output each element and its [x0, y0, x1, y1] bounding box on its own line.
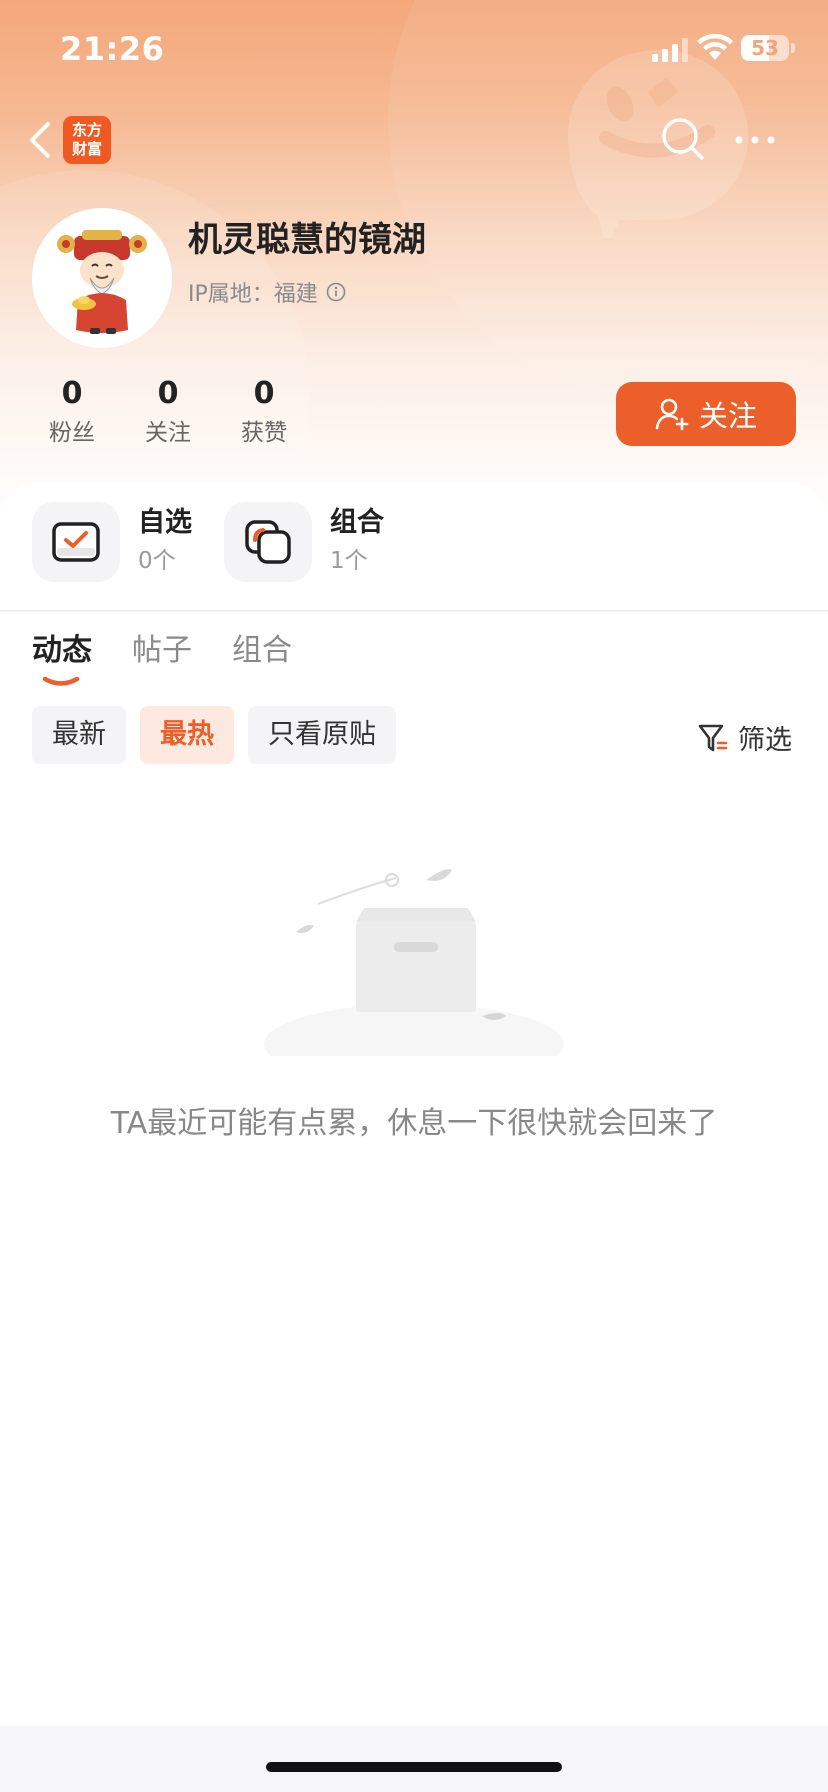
- follow-button-label: 关注: [698, 399, 757, 433]
- logo-text-line1: 东方: [71, 121, 102, 139]
- ip-location-row: IP属地：福建: [188, 276, 346, 308]
- profile-page: 21:26 53 东方 财富 机灵聪慧的镜湖 IP属地：福建 0 粉丝 0 关注…: [0, 0, 828, 1792]
- filter-funnel-icon: [698, 724, 728, 751]
- battery-tip: [791, 43, 795, 53]
- stat-label: 粉丝: [49, 420, 95, 446]
- info-icon[interactable]: [326, 282, 346, 302]
- tab-label: 帖子: [132, 633, 192, 668]
- tab-activity[interactable]: 动态: [32, 630, 92, 686]
- quick-link-watchlist[interactable]: 自选 0个: [32, 502, 192, 582]
- logo-text-line2: 财富: [71, 140, 102, 158]
- wifi-icon: [697, 34, 733, 60]
- stat-value: 0: [157, 376, 179, 411]
- profile-stats: 0 粉丝 0 关注 0 获赞: [24, 376, 312, 450]
- sort-chips: 最新 最热 只看原贴: [32, 706, 396, 764]
- stat-label: 关注: [145, 420, 191, 446]
- bottom-safe-area: [0, 1726, 828, 1792]
- app-logo[interactable]: 东方 财富: [63, 116, 111, 164]
- portfolio-stack-icon: [245, 520, 291, 564]
- portfolio-icon-box: [224, 502, 312, 582]
- cellular-signal-icon: [652, 38, 688, 62]
- status-time: 21:26: [60, 30, 165, 68]
- filter-label: 筛选: [738, 725, 792, 756]
- empty-box-illustration: [264, 869, 564, 1056]
- stat-likes[interactable]: 0 获赞: [216, 376, 312, 450]
- ip-location-label: IP属地：福建: [188, 282, 318, 307]
- add-user-icon: [655, 398, 689, 431]
- watchlist-icon-box: [32, 502, 120, 582]
- quick-link-count: 1个: [330, 548, 368, 574]
- back-chevron-icon[interactable]: [24, 118, 56, 162]
- stat-value: 0: [253, 376, 275, 411]
- quick-link-title: 组合: [330, 507, 384, 538]
- quick-link-title: 自选: [138, 507, 192, 538]
- content-tabs: 动态 帖子 组合: [32, 630, 292, 686]
- chip-latest[interactable]: 最新: [32, 706, 126, 764]
- search-icon[interactable]: [660, 116, 706, 162]
- avatar[interactable]: [32, 208, 172, 348]
- fortune-god-avatar-icon: [32, 208, 172, 348]
- quick-link-count: 0个: [138, 548, 176, 574]
- status-bar: 21:26 53: [0, 0, 828, 96]
- stat-value: 0: [61, 376, 83, 411]
- chip-hottest[interactable]: 最热: [140, 706, 234, 764]
- section-divider: [0, 610, 828, 612]
- quick-link-portfolio[interactable]: 组合 1个: [224, 502, 384, 582]
- more-options-icon[interactable]: [734, 124, 776, 156]
- stat-fans[interactable]: 0 粉丝: [24, 376, 120, 450]
- tab-posts[interactable]: 帖子: [132, 630, 192, 672]
- tab-label: 组合: [232, 633, 292, 668]
- chip-original-only[interactable]: 只看原贴: [248, 706, 396, 764]
- filter-button[interactable]: 筛选: [698, 718, 792, 757]
- battery-percentage: 53: [751, 36, 779, 60]
- empty-state-message: TA最近可能有点累，休息一下很快就会回来了: [110, 1106, 718, 1141]
- stat-label: 获赞: [241, 420, 287, 446]
- home-indicator[interactable]: [266, 1762, 562, 1772]
- tab-portfolio[interactable]: 组合: [232, 630, 292, 672]
- stat-following[interactable]: 0 关注: [120, 376, 216, 450]
- username: 机灵聪慧的镜湖: [188, 220, 426, 260]
- active-tab-indicator: [42, 676, 80, 686]
- battery-icon: 53: [741, 35, 789, 61]
- watchlist-check-icon: [52, 522, 100, 562]
- follow-button[interactable]: 关注: [616, 382, 796, 446]
- tab-label: 动态: [32, 633, 92, 668]
